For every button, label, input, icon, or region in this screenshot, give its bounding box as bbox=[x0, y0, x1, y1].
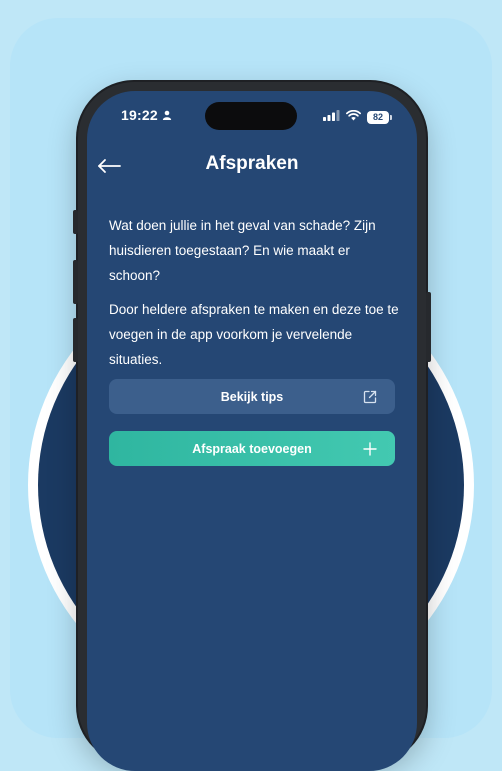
add-agreement-button[interactable]: Afspraak toevoegen bbox=[109, 431, 395, 466]
signal-icon bbox=[323, 108, 340, 126]
dynamic-island bbox=[205, 102, 297, 130]
view-tips-button[interactable]: Bekijk tips bbox=[109, 379, 395, 414]
page-title: Afspraken bbox=[205, 153, 299, 174]
battery-level: 82 bbox=[372, 112, 383, 122]
app-screen: 19:22 82 Afspraken Wat doen jullie in he… bbox=[87, 91, 417, 771]
phone-volume-down-button bbox=[73, 318, 78, 362]
phone-volume-up-button bbox=[73, 260, 78, 304]
intro-paragraph: Wat doen jullie in het geval van schade?… bbox=[109, 218, 376, 283]
status-icons: 82 bbox=[323, 108, 392, 126]
add-agreement-label: Afspraak toevoegen bbox=[192, 441, 312, 456]
person-icon bbox=[162, 107, 172, 123]
status-time-text: 19:22 bbox=[121, 107, 158, 123]
wifi-icon bbox=[346, 108, 361, 126]
phone-power-button bbox=[426, 292, 431, 362]
view-tips-label: Bekijk tips bbox=[220, 389, 284, 404]
battery-icon: 82 bbox=[367, 110, 392, 124]
phone-action-button bbox=[73, 210, 78, 234]
plus-icon bbox=[363, 441, 377, 456]
explanation-paragraph: Door heldere afspraken te maken en deze … bbox=[109, 302, 399, 367]
phone-frame: 19:22 82 Afspraken Wat doen jullie in he… bbox=[73, 82, 431, 771]
status-time: 19:22 bbox=[121, 107, 172, 123]
external-link-icon bbox=[363, 390, 377, 404]
